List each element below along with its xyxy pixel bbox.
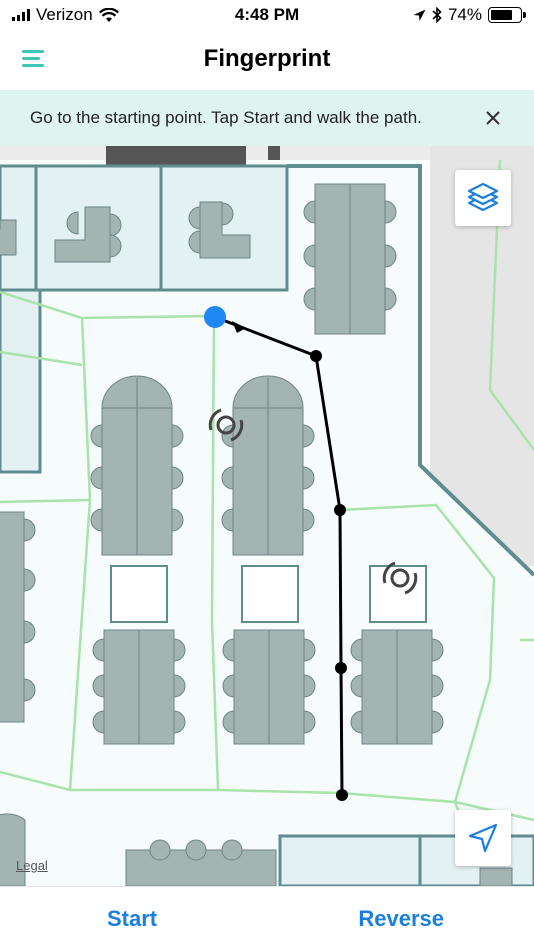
floor-plan-canvas[interactable]: [0, 146, 534, 886]
bluetooth-icon: [432, 7, 442, 23]
status-right: 74%: [352, 5, 526, 25]
battery-percent: 74%: [447, 5, 482, 24]
path-waypoint: [310, 350, 322, 362]
bottom-toolbar: Start Reverse: [0, 886, 534, 950]
instruction-banner: Go to the starting point. Tap Start and …: [0, 90, 534, 146]
status-left: Verizon: [12, 5, 182, 25]
floor-plan-map[interactable]: Legal: [0, 146, 534, 886]
start-point: [204, 306, 226, 328]
reverse-button[interactable]: Reverse: [358, 906, 444, 932]
legal-link[interactable]: Legal: [16, 858, 48, 873]
carrier-name: Verizon: [36, 5, 93, 24]
wifi-icon: [98, 7, 119, 22]
banner-message: Go to the starting point. Tap Start and …: [30, 108, 422, 127]
path-waypoint: [335, 662, 347, 674]
status-bar: Verizon 4:48 PM 74%: [0, 0, 534, 30]
close-icon[interactable]: [482, 107, 504, 129]
location-services-icon: [413, 9, 426, 21]
path-waypoint: [334, 504, 346, 516]
pillars: [110, 565, 427, 623]
battery-icon: [488, 7, 526, 23]
path-waypoint: [336, 789, 348, 801]
layers-icon[interactable]: [455, 170, 511, 226]
page-title: Fingerprint: [203, 45, 331, 72]
location-arrow-icon[interactable]: [455, 810, 511, 866]
hamburger-menu-icon[interactable]: [22, 48, 46, 70]
nav-bar: Fingerprint: [0, 30, 534, 88]
top-post: [268, 146, 280, 160]
status-time: 4:48 PM: [234, 5, 300, 24]
signal-icon: [12, 9, 30, 21]
start-button[interactable]: Start: [107, 906, 157, 932]
